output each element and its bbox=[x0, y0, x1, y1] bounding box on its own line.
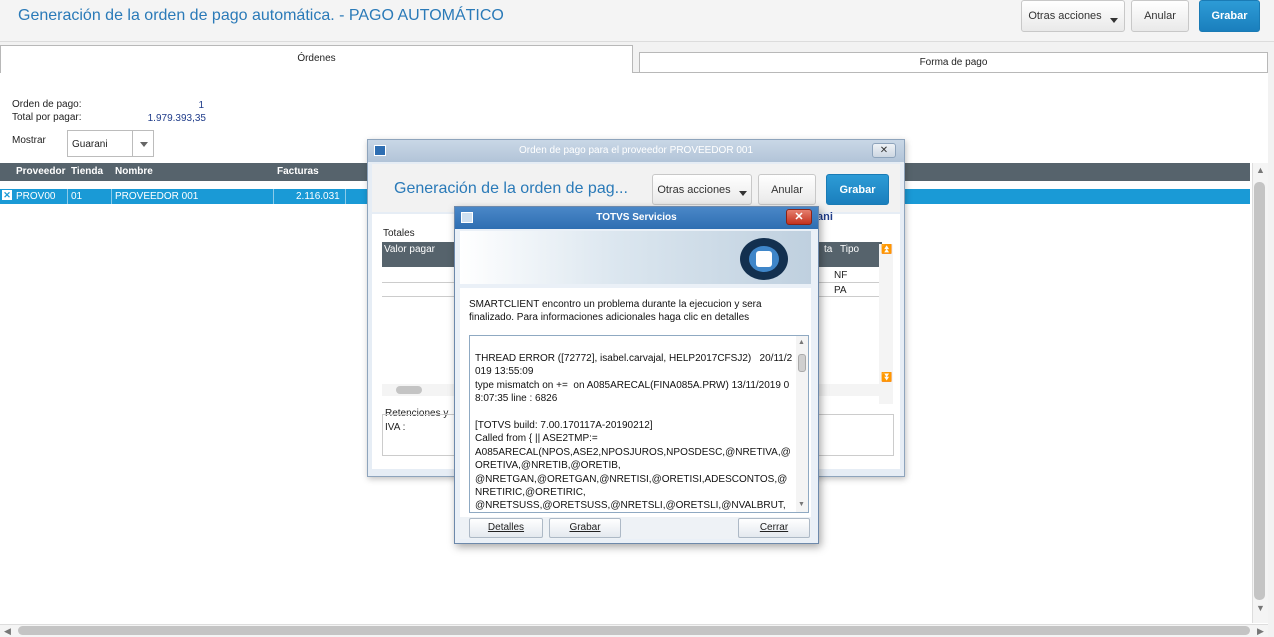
dialog-save-button[interactable]: Grabar bbox=[549, 518, 621, 538]
col-proveedor[interactable]: Proveedor bbox=[16, 166, 65, 177]
col-tipo[interactable]: Tipo bbox=[840, 244, 859, 255]
select-divider bbox=[132, 131, 133, 156]
detail-scroll-thumb[interactable] bbox=[798, 354, 806, 372]
dialog-titlebar: TOTVS Servicios ✕ bbox=[455, 207, 818, 229]
col-valor-pagar[interactable]: Valor pagar bbox=[384, 244, 435, 255]
scroll-bottom-icon[interactable]: ⏬ bbox=[881, 372, 892, 383]
close-button-label: Cerrar bbox=[759, 522, 789, 533]
currency-select[interactable]: Guarani bbox=[67, 130, 154, 157]
page-title: Generación de la orden de pago automátic… bbox=[18, 7, 504, 24]
close-button[interactable]: Cerrar bbox=[738, 518, 810, 538]
dialog-save-button-label: Grabar bbox=[569, 522, 601, 533]
scroll-left-icon[interactable]: ◀ bbox=[4, 626, 11, 637]
tab-ordenes[interactable]: Órdenes bbox=[0, 45, 633, 73]
cell-proveedor: PROV00 bbox=[16, 191, 56, 202]
window-header: Generación de la orden de pag... Otras a… bbox=[372, 164, 900, 212]
window-more-actions-label: Otras acciones bbox=[657, 183, 731, 196]
show-label: Mostrar bbox=[12, 135, 46, 146]
window-titlebar: Orden de pago para el proveedor PROVEEDO… bbox=[368, 140, 904, 162]
window-save-button[interactable]: Grabar bbox=[826, 174, 889, 205]
horizontal-scroll-thumb[interactable] bbox=[396, 386, 422, 394]
dialog-banner bbox=[460, 231, 811, 284]
window-more-actions-button[interactable]: Otras acciones bbox=[652, 174, 752, 205]
scroll-top-icon[interactable]: ⏫ bbox=[881, 244, 892, 255]
more-actions-button[interactable]: Otras acciones bbox=[1021, 0, 1125, 32]
col-nombre[interactable]: Nombre bbox=[115, 166, 153, 177]
error-dialog: TOTVS Servicios ✕ SMARTCLIENT encontro u… bbox=[454, 206, 819, 544]
error-detail-text: THREAD ERROR ([72772], isabel.carvajal, … bbox=[475, 353, 793, 512]
partial-text: ani bbox=[817, 211, 833, 223]
scroll-up-icon[interactable]: ▲ bbox=[1256, 165, 1265, 175]
top-header: Generación de la orden de pago automátic… bbox=[0, 0, 1274, 42]
order-value: 1 bbox=[198, 100, 204, 111]
cell-facturas: 2.116.031 bbox=[296, 191, 340, 202]
horizontal-scroll-thumb[interactable] bbox=[18, 626, 1250, 635]
chevron-down-icon bbox=[738, 191, 747, 196]
cancel-button[interactable]: Anular bbox=[1131, 0, 1189, 32]
save-button[interactable]: Grabar bbox=[1199, 0, 1260, 32]
chevron-down-icon[interactable] bbox=[140, 142, 148, 147]
dialog-message: SMARTCLIENT encontro un problema durante… bbox=[469, 299, 762, 323]
more-actions-label: Otras acciones bbox=[1028, 10, 1102, 22]
total-label: Total por pagar: bbox=[12, 112, 82, 123]
details-button-label: Detalles bbox=[487, 522, 525, 533]
row-tipo: NF bbox=[834, 270, 848, 281]
window-cancel-button[interactable]: Anular bbox=[758, 174, 816, 205]
cell-tienda: 01 bbox=[71, 191, 83, 202]
cell-nombre: PROVEEDOR 001 bbox=[115, 191, 199, 202]
totals-label: Totales bbox=[383, 228, 415, 239]
close-icon[interactable]: ✕ bbox=[872, 143, 896, 158]
vertical-scroll-thumb[interactable] bbox=[1254, 182, 1265, 600]
totvs-logo-icon bbox=[740, 238, 788, 280]
col-tienda[interactable]: Tienda bbox=[71, 166, 103, 177]
close-icon[interactable]: ✕ bbox=[786, 209, 812, 225]
chevron-down-icon bbox=[1109, 17, 1118, 23]
scroll-down-icon[interactable]: ▼ bbox=[1256, 603, 1265, 613]
order-label: Orden de pago: bbox=[12, 99, 82, 110]
dialog-title: TOTVS Servicios bbox=[596, 212, 677, 223]
total-value: 1.979.393,35 bbox=[147, 113, 206, 124]
col-facturas[interactable]: Facturas bbox=[277, 166, 319, 177]
scroll-right-icon[interactable]: ▶ bbox=[1257, 626, 1264, 637]
window-heading: Generación de la orden de pag... bbox=[394, 180, 628, 197]
scroll-down-icon[interactable]: ▼ bbox=[798, 501, 805, 508]
row-tipo: PA bbox=[834, 285, 847, 296]
error-detail-textarea[interactable]: THREAD ERROR ([72772], isabel.carvajal, … bbox=[469, 335, 809, 513]
currency-select-value: Guarani bbox=[72, 139, 108, 150]
scroll-up-icon[interactable]: ▲ bbox=[798, 339, 805, 346]
tab-forma-de-pago[interactable]: Forma de pago bbox=[639, 52, 1268, 73]
col-ta[interactable]: ta bbox=[824, 244, 832, 255]
window-title: Orden de pago para el proveedor PROVEEDO… bbox=[518, 145, 754, 156]
details-button[interactable]: Detalles bbox=[469, 518, 543, 538]
